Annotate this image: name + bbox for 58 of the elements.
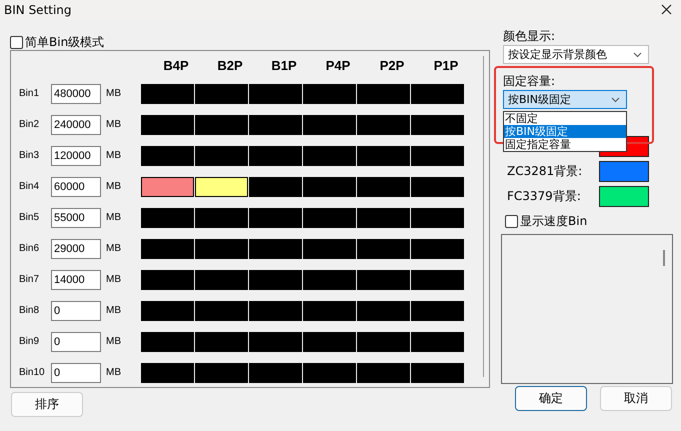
speed-bin-list[interactable] xyxy=(501,234,673,384)
column-header: P2P xyxy=(378,58,406,72)
legend-label: ZC3281背景: xyxy=(506,163,582,180)
color-display-label: 颜色显示: xyxy=(503,28,556,43)
capacity-field[interactable]: 60000 xyxy=(51,176,101,196)
capacity-field[interactable]: 0 xyxy=(51,362,101,382)
capacity-field[interactable]: 120000 xyxy=(51,146,101,166)
bin-label: Bin5 xyxy=(19,212,40,223)
unit-label: MB xyxy=(105,243,122,254)
close-icon[interactable] xyxy=(661,4,673,16)
bin-label: Bin1 xyxy=(19,88,40,99)
column-header: B2P xyxy=(216,58,244,72)
dropdown-option[interactable]: 按BIN级固定 xyxy=(504,125,626,138)
capacity-field[interactable]: 14000 xyxy=(51,270,101,290)
window-title: BIN Setting xyxy=(4,3,72,17)
bin-label: Bin7 xyxy=(19,274,40,285)
bin-label: Bin4 xyxy=(19,181,40,192)
unit-label: MB xyxy=(105,119,122,130)
unit-label: MB xyxy=(105,150,122,161)
speed-bin-checkbox[interactable]: 显示速度Bin xyxy=(505,213,588,229)
color-swatch[interactable] xyxy=(599,186,649,207)
chevron-down-icon xyxy=(611,96,620,102)
fixed-capacity-label: 固定容量: xyxy=(503,73,556,88)
capacity-field[interactable]: 0 xyxy=(51,332,101,352)
column-header: B1P xyxy=(270,58,298,72)
dropdown-option[interactable]: 不固定 xyxy=(504,112,626,125)
unit-label: MB xyxy=(105,367,122,378)
scrollbar-thumb[interactable] xyxy=(663,250,665,266)
legend-label: FC3379背景: xyxy=(506,188,581,205)
bin-label: Bin9 xyxy=(19,336,40,347)
capacity-field[interactable]: 0 xyxy=(51,300,101,320)
bin-label: Bin2 xyxy=(19,119,40,130)
dialog-button[interactable]: 确定 xyxy=(515,386,587,411)
color-swatch[interactable] xyxy=(599,161,649,182)
bin-label: Bin6 xyxy=(19,243,40,254)
capacity-field[interactable]: 29000 xyxy=(51,238,101,258)
capacity-field[interactable]: 480000 xyxy=(51,84,101,104)
bin-label: Bin8 xyxy=(19,305,40,316)
column-header: B4P xyxy=(162,58,190,72)
color-display-dropdown[interactable]: 按设定显示背景颜色 xyxy=(503,45,649,64)
column-header: P4P xyxy=(324,58,352,72)
dialog-button[interactable]: 取消 xyxy=(600,386,672,411)
unit-label: MB xyxy=(105,212,122,223)
dropdown-option[interactable]: 固定指定容量 xyxy=(504,138,626,151)
unit-label: MB xyxy=(105,274,122,285)
fixed-capacity-dropdown[interactable]: 按BIN级固定 xyxy=(503,90,627,109)
bin-label: Bin3 xyxy=(19,150,40,161)
bin-label: Bin10 xyxy=(19,367,46,378)
capacity-field[interactable]: 55000 xyxy=(51,208,101,228)
capacity-field[interactable]: 240000 xyxy=(51,114,101,134)
simple-mode-checkbox[interactable]: 简单Bin级模式 xyxy=(10,34,104,50)
unit-label: MB xyxy=(105,88,122,99)
unit-label: MB xyxy=(105,181,122,192)
sort-button[interactable]: 排序 xyxy=(11,392,83,417)
unit-label: MB xyxy=(105,305,122,316)
unit-label: MB xyxy=(105,336,122,347)
chevron-down-icon xyxy=(633,52,642,58)
column-header: P1P xyxy=(432,58,460,72)
